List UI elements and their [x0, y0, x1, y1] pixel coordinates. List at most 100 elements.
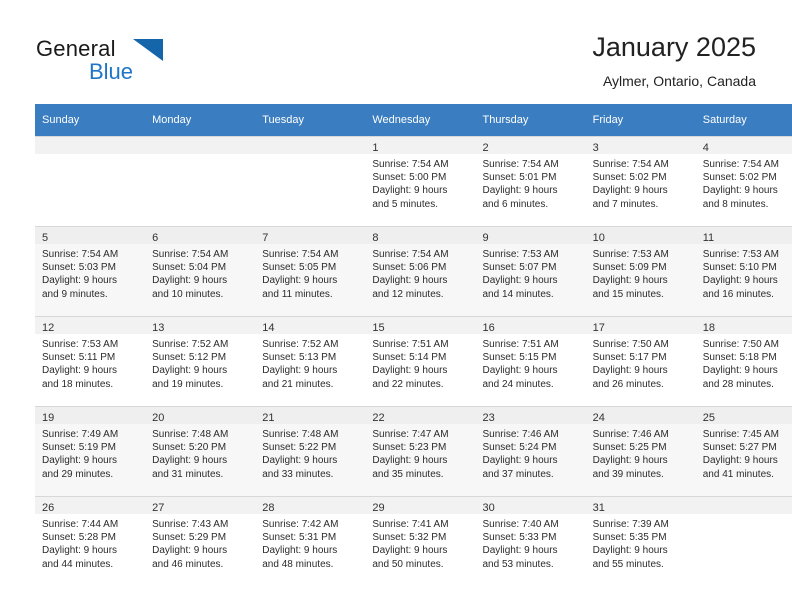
day-number-bar: 28 — [255, 497, 366, 514]
day-detail-lines: Sunrise: 7:47 AM Sunset: 5:23 PM Daylight:… — [365, 424, 475, 481]
calendar-week-row: 5 Sunrise: 7:54 AM Sunset: 5:03 PM Daylight… — [35, 226, 792, 316]
day-number-bar: 6 — [145, 227, 256, 244]
day-detail-line: Daylight: 9 hours — [372, 275, 448, 287]
day-detail-line: and 31 minutes. — [152, 468, 224, 480]
day-detail-line: Sunset: 5:31 PM — [262, 532, 337, 544]
calendar-day-cell[interactable]: 28 Sunrise: 7:42 AM Sunset: 5:31 PM Dayligh… — [255, 496, 366, 586]
triangle-logo-icon — [133, 39, 163, 61]
day-detail-line: Sunrise: 7:53 AM — [42, 339, 119, 350]
day-detail-line: Sunrise: 7:54 AM — [702, 159, 779, 170]
day-detail-lines: Sunrise: 7:53 AM Sunset: 5:10 PM Daylight:… — [696, 244, 792, 301]
calendar-day-cell[interactable]: 15 Sunrise: 7:51 AM Sunset: 5:14 PM Dayligh… — [365, 316, 476, 406]
day-detail-line: Sunset: 5:27 PM — [702, 442, 777, 454]
day-detail-line: Daylight: 9 hours — [702, 365, 778, 377]
day-number-bar — [145, 137, 256, 154]
calendar-day-cell[interactable]: 22 Sunrise: 7:47 AM Sunset: 5:23 PM Dayligh… — [365, 406, 476, 496]
day-detail-line: Sunrise: 7:39 AM — [592, 519, 669, 530]
day-number-bar: 4 — [695, 137, 792, 154]
day-detail-line: and 55 minutes. — [592, 558, 664, 570]
day-cell-inner: 6 Sunrise: 7:54 AM Sunset: 5:04 PM Daylight… — [145, 226, 256, 316]
calendar-day-cell[interactable]: 30 Sunrise: 7:40 AM Sunset: 5:33 PM Dayligh… — [475, 496, 586, 586]
day-detail-lines: Sunrise: 7:44 AM Sunset: 5:28 PM Daylight:… — [35, 514, 145, 571]
day-detail-line: Sunrise: 7:54 AM — [372, 249, 449, 260]
day-number: 12 — [42, 322, 55, 334]
calendar-day-cell[interactable]: 7 Sunrise: 7:54 AM Sunset: 5:05 PM Daylight… — [255, 226, 366, 316]
day-detail-line: and 15 minutes. — [592, 288, 664, 300]
calendar-day-cell[interactable]: 21 Sunrise: 7:48 AM Sunset: 5:22 PM Dayligh… — [255, 406, 366, 496]
calendar-day-cell[interactable]: 3 Sunrise: 7:54 AM Sunset: 5:02 PM Daylight… — [585, 136, 696, 226]
day-number-bar: 27 — [145, 497, 256, 514]
calendar-day-cell[interactable]: 6 Sunrise: 7:54 AM Sunset: 5:04 PM Daylight… — [145, 226, 256, 316]
day-detail-line: Sunset: 5:35 PM — [592, 532, 667, 544]
day-detail-line: Daylight: 9 hours — [702, 185, 778, 197]
day-detail-line: and 28 minutes. — [702, 378, 774, 390]
day-detail-line: Sunset: 5:09 PM — [592, 262, 667, 274]
calendar-day-cell[interactable]: 2 Sunrise: 7:54 AM Sunset: 5:01 PM Daylight… — [475, 136, 586, 226]
calendar-day-cell[interactable]: 8 Sunrise: 7:54 AM Sunset: 5:06 PM Daylight… — [365, 226, 476, 316]
day-detail-line: Sunset: 5:12 PM — [152, 352, 227, 364]
day-detail-line: Daylight: 9 hours — [42, 275, 118, 287]
day-detail-line: and 53 minutes. — [482, 558, 554, 570]
day-cell-inner: 14 Sunrise: 7:52 AM Sunset: 5:13 PM Dayligh… — [255, 316, 366, 406]
day-detail-line: Daylight: 9 hours — [152, 545, 228, 557]
calendar-day-cell[interactable]: 10 Sunrise: 7:53 AM Sunset: 5:09 PM Dayligh… — [585, 226, 696, 316]
day-cell-inner: 18 Sunrise: 7:50 AM Sunset: 5:18 PM Dayligh… — [695, 316, 792, 406]
day-number: 22 — [372, 412, 385, 424]
day-detail-line: Daylight: 9 hours — [372, 545, 448, 557]
day-detail-line: Sunset: 5:01 PM — [482, 172, 557, 184]
day-detail-lines: Sunrise: 7:54 AM Sunset: 5:03 PM Daylight:… — [35, 244, 145, 301]
calendar-day-cell[interactable]: 29 Sunrise: 7:41 AM Sunset: 5:32 PM Dayligh… — [365, 496, 476, 586]
day-number: 5 — [42, 232, 49, 244]
day-detail-line: Sunrise: 7:43 AM — [152, 519, 229, 530]
day-detail-line: Daylight: 9 hours — [592, 365, 668, 377]
day-detail-lines: Sunrise: 7:51 AM Sunset: 5:14 PM Daylight:… — [365, 334, 475, 391]
calendar-day-cell[interactable]: 19 Sunrise: 7:49 AM Sunset: 5:19 PM Dayligh… — [35, 406, 146, 496]
calendar-day-cell[interactable]: 26 Sunrise: 7:44 AM Sunset: 5:28 PM Dayligh… — [35, 496, 146, 586]
calendar-day-cell[interactable]: 13 Sunrise: 7:52 AM Sunset: 5:12 PM Dayligh… — [145, 316, 256, 406]
day-detail-line: and 14 minutes. — [482, 288, 554, 300]
day-number-bar: 12 — [35, 317, 146, 334]
calendar-day-cell[interactable]: 16 Sunrise: 7:51 AM Sunset: 5:15 PM Dayligh… — [475, 316, 586, 406]
day-detail-line: Daylight: 9 hours — [372, 185, 448, 197]
calendar-day-cell[interactable]: 20 Sunrise: 7:48 AM Sunset: 5:20 PM Dayligh… — [145, 406, 256, 496]
day-cell-inner: 29 Sunrise: 7:41 AM Sunset: 5:32 PM Dayligh… — [365, 496, 476, 586]
day-detail-line: Sunrise: 7:54 AM — [482, 159, 559, 170]
calendar-day-cell[interactable]: 25 Sunrise: 7:45 AM Sunset: 5:27 PM Dayligh… — [695, 406, 792, 496]
day-detail-line: Daylight: 9 hours — [702, 275, 778, 287]
day-number: 28 — [262, 502, 275, 514]
day-number-bar: 7 — [255, 227, 366, 244]
day-detail-line: Daylight: 9 hours — [262, 365, 338, 377]
calendar-day-cell[interactable]: 23 Sunrise: 7:46 AM Sunset: 5:24 PM Dayligh… — [475, 406, 586, 496]
day-detail-lines: Sunrise: 7:54 AM Sunset: 5:02 PM Daylight:… — [696, 154, 792, 211]
calendar-day-cell[interactable]: 18 Sunrise: 7:50 AM Sunset: 5:18 PM Dayligh… — [695, 316, 792, 406]
day-cell-inner: 25 Sunrise: 7:45 AM Sunset: 5:27 PM Dayligh… — [695, 406, 792, 496]
day-number-bar: 10 — [585, 227, 696, 244]
day-detail-line: Sunrise: 7:54 AM — [262, 249, 339, 260]
calendar-day-cell[interactable]: 9 Sunrise: 7:53 AM Sunset: 5:07 PM Daylight… — [475, 226, 586, 316]
day-cell-inner: 31 Sunrise: 7:39 AM Sunset: 5:35 PM Dayligh… — [585, 496, 696, 586]
day-detail-line: Daylight: 9 hours — [702, 455, 778, 467]
day-number-bar: 18 — [695, 317, 792, 334]
day-detail-line: Sunset: 5:03 PM — [42, 262, 116, 274]
day-detail-line: and 10 minutes. — [152, 288, 224, 300]
day-detail-line: Sunrise: 7:52 AM — [262, 339, 339, 350]
day-cell-inner — [695, 496, 792, 586]
calendar-day-cell[interactable]: 4 Sunrise: 7:54 AM Sunset: 5:02 PM Daylight… — [695, 136, 792, 226]
day-detail-line: Sunrise: 7:50 AM — [702, 339, 779, 350]
day-number: 9 — [482, 232, 489, 244]
calendar-day-cell[interactable]: 31 Sunrise: 7:39 AM Sunset: 5:35 PM Dayligh… — [585, 496, 696, 586]
day-cell-inner: 11 Sunrise: 7:53 AM Sunset: 5:10 PM Dayligh… — [695, 226, 792, 316]
brand-logo[interactable]: General Blue — [36, 36, 256, 88]
day-number-bar — [35, 137, 146, 154]
calendar-day-cell[interactable]: 1 Sunrise: 7:54 AM Sunset: 5:00 PM Daylight… — [365, 136, 476, 226]
calendar-day-cell[interactable]: 5 Sunrise: 7:54 AM Sunset: 5:03 PM Daylight… — [35, 226, 146, 316]
calendar-day-cell[interactable]: 11 Sunrise: 7:53 AM Sunset: 5:10 PM Dayligh… — [695, 226, 792, 316]
calendar-day-cell[interactable]: 12 Sunrise: 7:53 AM Sunset: 5:11 PM Dayligh… — [35, 316, 146, 406]
calendar-day-cell[interactable]: 17 Sunrise: 7:50 AM Sunset: 5:17 PM Dayligh… — [585, 316, 696, 406]
day-detail-line: Sunset: 5:29 PM — [152, 532, 227, 544]
day-detail-line: and 39 minutes. — [592, 468, 664, 480]
calendar-day-cell[interactable]: 27 Sunrise: 7:43 AM Sunset: 5:29 PM Dayligh… — [145, 496, 256, 586]
day-number-bar — [695, 497, 792, 514]
calendar-day-cell[interactable]: 14 Sunrise: 7:52 AM Sunset: 5:13 PM Dayligh… — [255, 316, 366, 406]
calendar-day-cell[interactable]: 24 Sunrise: 7:46 AM Sunset: 5:25 PM Dayligh… — [585, 406, 696, 496]
